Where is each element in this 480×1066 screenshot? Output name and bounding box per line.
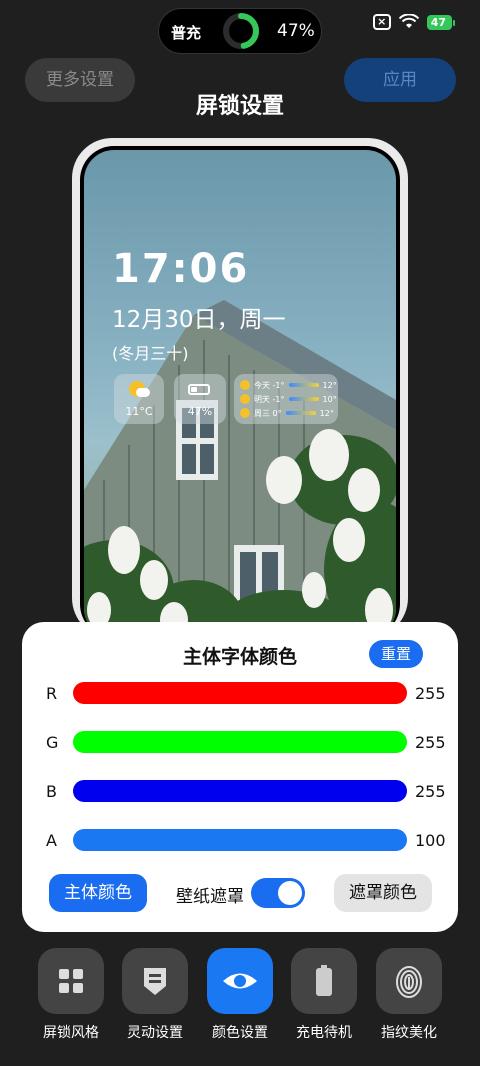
forecast-widget: 今天 -1° 12° 明天 -1° 10° 周三 0° 12°: [234, 374, 338, 424]
lockscreen-time: 17:06: [112, 246, 250, 292]
slider-r: R 255: [22, 682, 458, 706]
lockscreen-lunar-date: (冬月三十): [112, 344, 189, 363]
mask-color-button[interactable]: 遮罩颜色: [334, 874, 432, 912]
red-slider[interactable]: [73, 682, 407, 704]
lockscreen-date: 12月30日，周一: [112, 307, 286, 333]
slider-label: G: [46, 733, 59, 752]
nav-label: 屏锁风格: [43, 1025, 99, 1041]
forecast-low: -1°: [272, 394, 285, 404]
nav-item-charging-standby[interactable]: 充电待机: [289, 948, 359, 1042]
wallpaper-mask-toggle[interactable]: [251, 878, 305, 908]
sun-icon: [240, 380, 250, 390]
lockscreen-preview: 17:06 12月30日，周一 (冬月三十) 11°C 47% 今天 -1° 1…: [72, 138, 408, 638]
charging-pill: 普充 47%: [158, 8, 322, 54]
slider-label: R: [46, 684, 58, 703]
temp-range-bar: [285, 411, 316, 415]
wifi-icon: [398, 14, 419, 28]
nav-item-lockscreen-style[interactable]: 屏锁风格: [36, 948, 106, 1042]
battery-icon: [188, 384, 210, 395]
alpha-slider[interactable]: [73, 829, 407, 851]
forecast-low: -1°: [272, 380, 285, 390]
toggle-knob: [278, 881, 302, 905]
nav-label: 灵动设置: [127, 1025, 183, 1041]
forecast-day: 今天: [254, 380, 270, 390]
forecast-row: 明天 -1° 10°: [240, 392, 337, 406]
nav-label: 颜色设置: [212, 1025, 268, 1041]
nav-item-color-settings[interactable]: 颜色设置: [205, 948, 275, 1042]
forecast-high: 12°: [322, 380, 337, 390]
sun-icon: [240, 394, 250, 404]
nav-label: 充电待机: [296, 1025, 352, 1041]
forecast-low: 0°: [272, 408, 282, 418]
charge-mode-label: 普充: [171, 24, 202, 42]
main-color-button[interactable]: 主体颜色: [49, 874, 147, 912]
sun-icon: [240, 408, 250, 418]
grid-icon: [38, 948, 104, 1014]
battery-widget-percent: 47%: [187, 405, 213, 418]
forecast-row: 今天 -1° 12°: [240, 378, 337, 392]
temp-range-bar: [288, 397, 319, 401]
temp-range-bar: [288, 383, 319, 387]
slider-g: G 255: [22, 731, 458, 755]
forecast-high: 12°: [319, 408, 334, 418]
nav-item-dynamic-settings[interactable]: 灵动设置: [120, 948, 190, 1042]
battery-widget: 47%: [174, 374, 226, 424]
battery-icon: [291, 948, 357, 1014]
charge-percent: 47%: [277, 21, 315, 41]
font-color-panel: 主体字体颜色 重置 R 255 G 255 B 255 A 100 主体颜色 壁…: [22, 622, 458, 932]
blue-slider[interactable]: [73, 780, 407, 802]
reset-button[interactable]: 重置: [369, 640, 423, 668]
fingerprint-icon: [376, 948, 442, 1014]
slider-b: B 255: [22, 780, 458, 804]
nav-label: 指纹美化: [381, 1025, 437, 1041]
slider-value: 255: [415, 782, 446, 801]
slider-label: A: [46, 831, 57, 850]
slider-label: B: [46, 782, 57, 801]
slider-value: 255: [415, 684, 446, 703]
close-box-icon: ×: [372, 14, 391, 30]
battery-badge-text: 47: [430, 15, 446, 29]
cloud-icon: [136, 388, 150, 397]
forecast-row: 周三 0° 12°: [240, 406, 334, 420]
badge-icon: [122, 948, 188, 1014]
preview-screen: 17:06 12月30日，周一 (冬月三十) 11°C 47% 今天 -1° 1…: [84, 150, 396, 638]
charge-ring-icon: [223, 13, 259, 49]
slider-value: 255: [415, 733, 446, 752]
nav-item-fingerprint[interactable]: 指纹美化: [374, 948, 444, 1042]
forecast-day: 周三: [254, 408, 270, 418]
weather-temp: 11°C: [125, 405, 153, 418]
weather-widget: 11°C: [114, 374, 164, 424]
battery-badge: 47: [426, 14, 456, 30]
eye-icon: [207, 948, 273, 1014]
forecast-high: 10°: [322, 394, 337, 404]
slider-value: 100: [415, 831, 446, 850]
status-icons: × 47: [372, 14, 456, 30]
wallpaper-mask-label: 壁纸遮罩: [176, 887, 244, 907]
slider-a: A 100: [22, 829, 458, 853]
page-title: 屏锁设置: [195, 94, 284, 119]
forecast-day: 明天: [254, 394, 270, 404]
green-slider[interactable]: [73, 731, 407, 753]
